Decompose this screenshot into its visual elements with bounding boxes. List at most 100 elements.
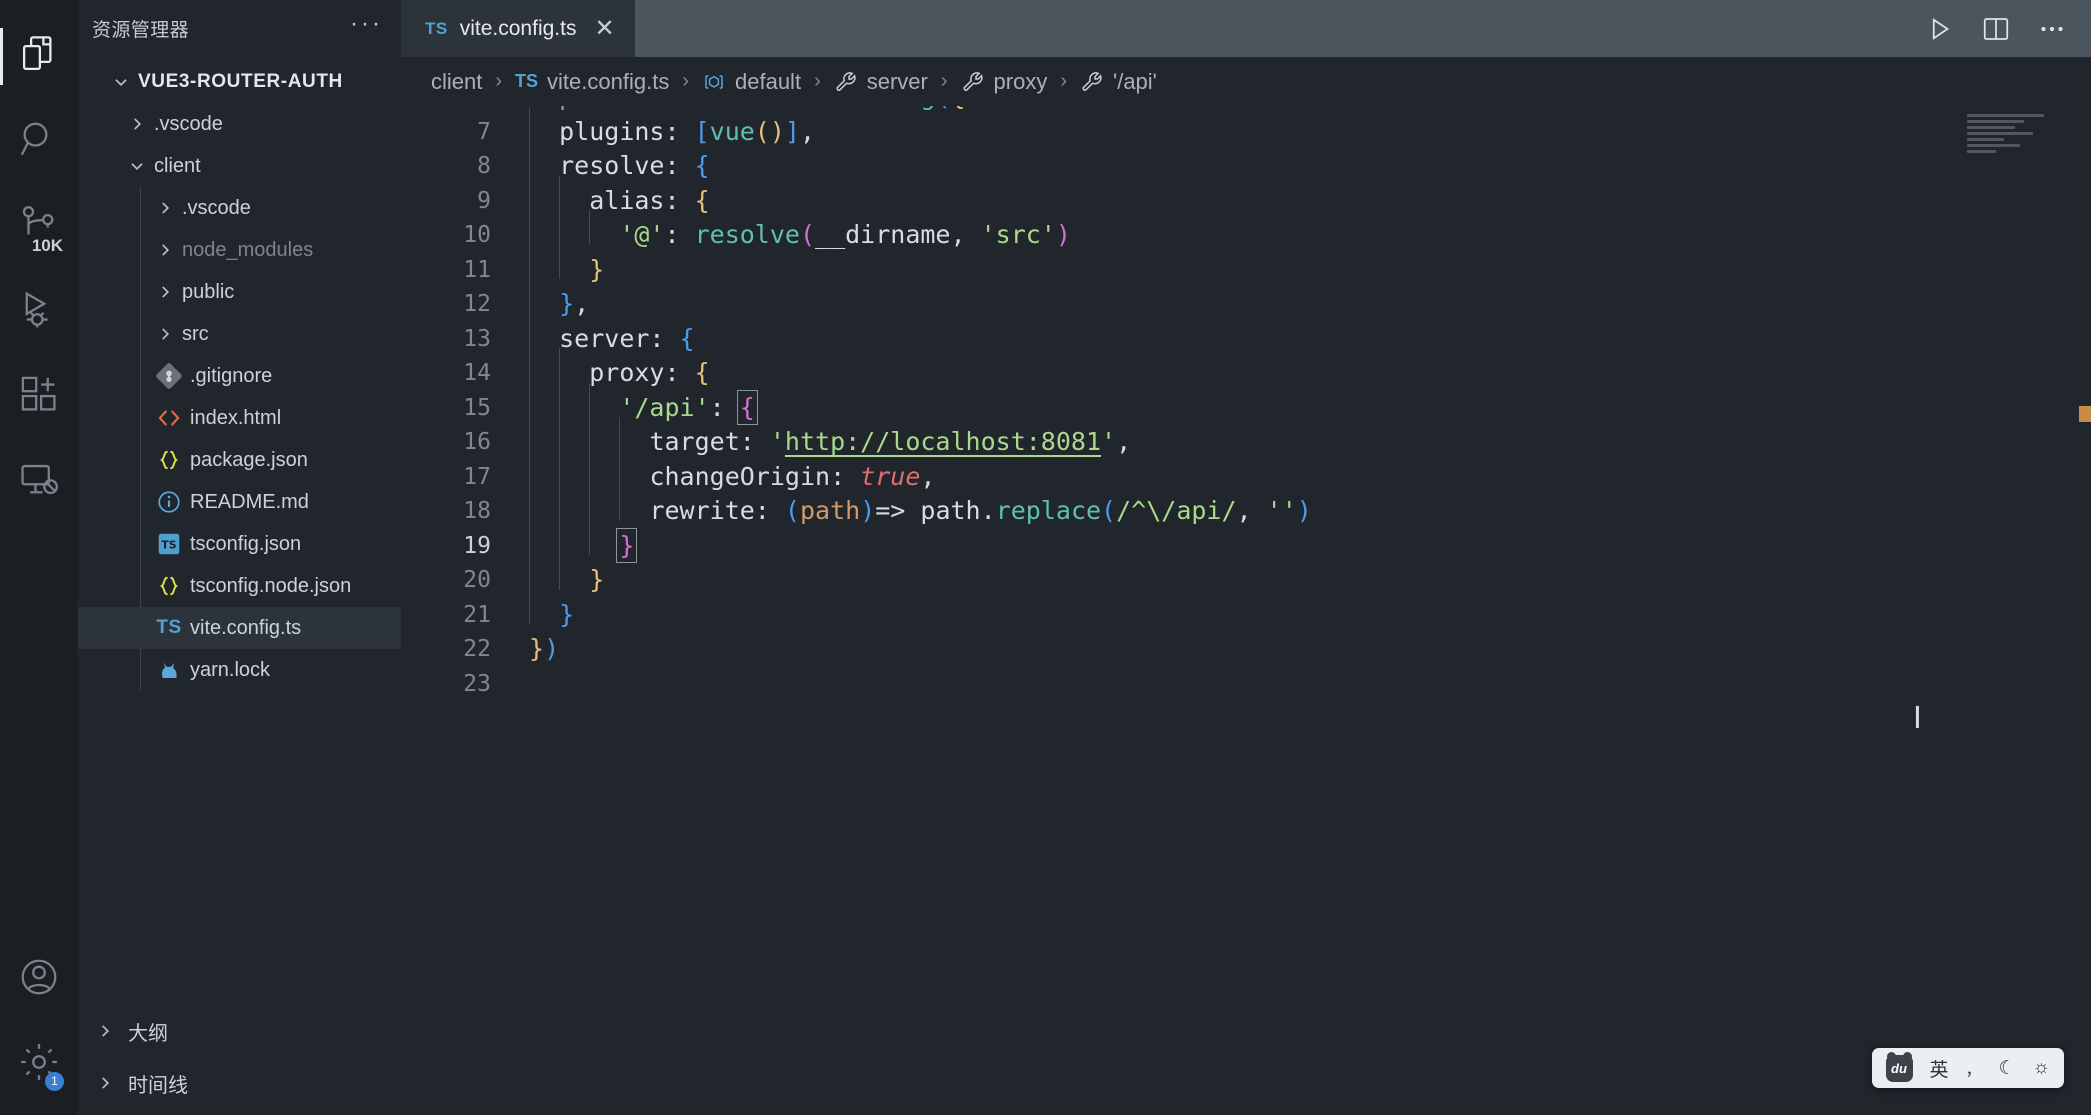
activity-item-settings[interactable]: 1 <box>0 1022 78 1107</box>
tree-item-label: yarn.lock <box>190 658 271 681</box>
line-number: 16 <box>463 429 491 455</box>
vscode-window: 10K 1 资源管理器 ··· VUE3-ROUTER-AUTH .vscode… <box>0 0 2091 1115</box>
breadcrumb-item-api[interactable]: '/api' <box>1080 69 1157 95</box>
tree-item-yarn-lock[interactable]: yarn.lock <box>78 649 401 691</box>
code-token: ( <box>754 116 770 146</box>
tree-root-vue3-router-auth[interactable]: VUE3-ROUTER-AUTH <box>78 61 401 103</box>
line-number: 22 <box>463 636 491 662</box>
tree-item-client[interactable]: client <box>78 145 401 187</box>
code-line[interactable]: 9 alias: { <box>401 175 2091 219</box>
breadcrumb-item-client[interactable]: client <box>431 69 482 95</box>
line-number: 19 <box>463 532 491 559</box>
code-editor[interactable]: 6export default defineConfig({7 plugins:… <box>401 106 2091 1115</box>
breadcrumb-item-proxy[interactable]: proxy <box>961 69 1047 95</box>
tree-item-client-vscode[interactable]: .vscode <box>78 187 401 229</box>
split-editor-button[interactable] <box>1981 14 2011 44</box>
sidebar-sections: 大纲 时间线 <box>78 1005 401 1115</box>
tree-item-gitignore[interactable]: .gitignore <box>78 355 401 397</box>
editor-group: TS vite.config.ts ✕ client › TS vite.con… <box>401 0 2091 1115</box>
activity-item-remote-explorer[interactable] <box>0 439 78 524</box>
code-line[interactable]: 19 } <box>401 520 2091 564</box>
code-line[interactable]: 21 } <box>401 589 2091 633</box>
run-button[interactable] <box>1925 14 1955 44</box>
code-line-text: '/api': { <box>509 382 758 426</box>
code-line[interactable]: 10 '@': resolve(__dirname, 'src') <box>401 210 2091 253</box>
tree-item-node-modules[interactable]: node_modules <box>78 229 401 271</box>
tree-item-package-json[interactable]: package.json <box>78 439 401 481</box>
code-token: { <box>694 151 710 180</box>
tree-item-tsconfig-json[interactable]: TS tsconfig.json <box>78 523 401 565</box>
code-line-text: proxy: { <box>509 348 710 391</box>
code-token: http://localhost:8081 <box>784 427 1101 456</box>
code-line[interactable]: 15 '/api': { <box>401 382 2091 426</box>
tree-item-label: tsconfig.json <box>190 532 302 555</box>
code-token: '/api' <box>619 392 710 422</box>
close-icon[interactable]: ✕ <box>588 16 614 41</box>
activity-item-accounts[interactable] <box>0 937 78 1022</box>
tree-item-public[interactable]: public <box>78 271 401 313</box>
breadcrumb-item-server[interactable]: server <box>834 69 928 95</box>
ime-punctuation-toggle[interactable]: ， <box>1966 1056 1982 1080</box>
indent-guide <box>589 486 619 529</box>
activity-item-source-control[interactable]: 10K <box>0 184 78 269</box>
breadcrumb-separator: › <box>940 70 948 92</box>
tab-vite-config-ts[interactable]: TS vite.config.ts ✕ <box>401 0 635 57</box>
breadcrumb-item-default[interactable]: default <box>702 69 801 95</box>
sidebar-section-timeline[interactable]: 时间线 <box>78 1057 401 1109</box>
code-line[interactable]: 6export default defineConfig({ <box>401 106 2091 115</box>
sidebar: 资源管理器 ··· VUE3-ROUTER-AUTH .vscode clien… <box>78 0 401 1115</box>
code-token: ' <box>1101 427 1117 456</box>
code-token: } <box>529 634 545 663</box>
ime-language-mode[interactable]: 英 <box>1930 1055 1949 1082</box>
code-line[interactable]: 14 proxy: { <box>401 348 2091 391</box>
tree-item-vscode-root[interactable]: .vscode <box>78 103 401 145</box>
code-token: resolve <box>694 220 800 249</box>
indent-guide <box>559 210 589 253</box>
tree-item-label: vite.config.ts <box>190 616 302 639</box>
code-line-text: export default defineConfig({ <box>509 106 966 115</box>
tree-item-vite-config-ts[interactable]: TS vite.config.ts <box>78 607 401 649</box>
code-line[interactable]: 18 rewrite: (path)=> path.replace(/^\/ap… <box>401 486 2091 529</box>
breadcrumb-separator: › <box>814 70 821 92</box>
breadcrumb-item-file[interactable]: TS vite.config.ts <box>515 69 669 95</box>
code-line[interactable]: 7 plugins: [vue()], <box>401 106 2091 150</box>
code-line[interactable]: 13 server: { <box>401 313 2091 357</box>
editor-vertical-scrollbar[interactable] <box>2079 106 2091 1115</box>
code-token: : <box>664 185 695 215</box>
sidebar-more-actions-button[interactable]: ··· <box>350 11 383 40</box>
sidebar-section-outline[interactable]: 大纲 <box>78 1005 401 1057</box>
activity-bar: 10K 1 <box>0 0 78 1115</box>
tsconfig-icon: TS <box>152 531 186 557</box>
line-number: 20 <box>463 567 491 593</box>
tree-item-label: src <box>182 322 209 345</box>
tree-item-index-html[interactable]: index.html <box>78 397 401 439</box>
code-token: : <box>664 116 695 146</box>
ime-settings-icon[interactable]: ☼ <box>2033 1057 2050 1079</box>
code-line[interactable]: 17 changeOrigin: true, <box>401 451 2091 495</box>
json-icon <box>152 447 186 473</box>
code-line[interactable]: 8 resolve: { <box>401 141 2091 184</box>
more-actions-button[interactable] <box>2037 14 2067 44</box>
activity-item-run-and-debug[interactable] <box>0 269 78 354</box>
editor-actions <box>1915 0 2091 57</box>
code-line[interactable]: 23 <box>401 667 2091 702</box>
tree-item-readme-md[interactable]: README.md <box>78 481 401 523</box>
tree-item-tsconfig-node-json[interactable]: tsconfig.node.json <box>78 565 401 607</box>
activity-item-search[interactable] <box>0 99 78 184</box>
activity-item-explorer[interactable] <box>0 14 78 99</box>
tree-item-src[interactable]: src <box>78 313 401 355</box>
code-line[interactable]: 22}) <box>401 632 2091 667</box>
ime-moon-icon[interactable]: ☾ <box>1999 1057 2016 1080</box>
code-line-text: alias: { <box>509 175 710 219</box>
code-line-text: }) <box>509 632 559 667</box>
ime-toolbar[interactable]: du 英 ， ☾ ☼ <box>1871 1048 2064 1088</box>
minimap[interactable] <box>1967 114 2077 174</box>
code-line[interactable]: 12 }, <box>401 279 2091 322</box>
code-token: : <box>830 461 861 491</box>
activity-item-extensions[interactable] <box>0 354 78 439</box>
line-number: 21 <box>463 601 491 628</box>
code-line[interactable]: 16 target: 'http://localhost:8081', <box>401 417 2091 460</box>
indent-guide <box>589 417 619 460</box>
code-line[interactable]: 11 } <box>401 244 2091 288</box>
code-line[interactable]: 20 } <box>401 555 2091 598</box>
